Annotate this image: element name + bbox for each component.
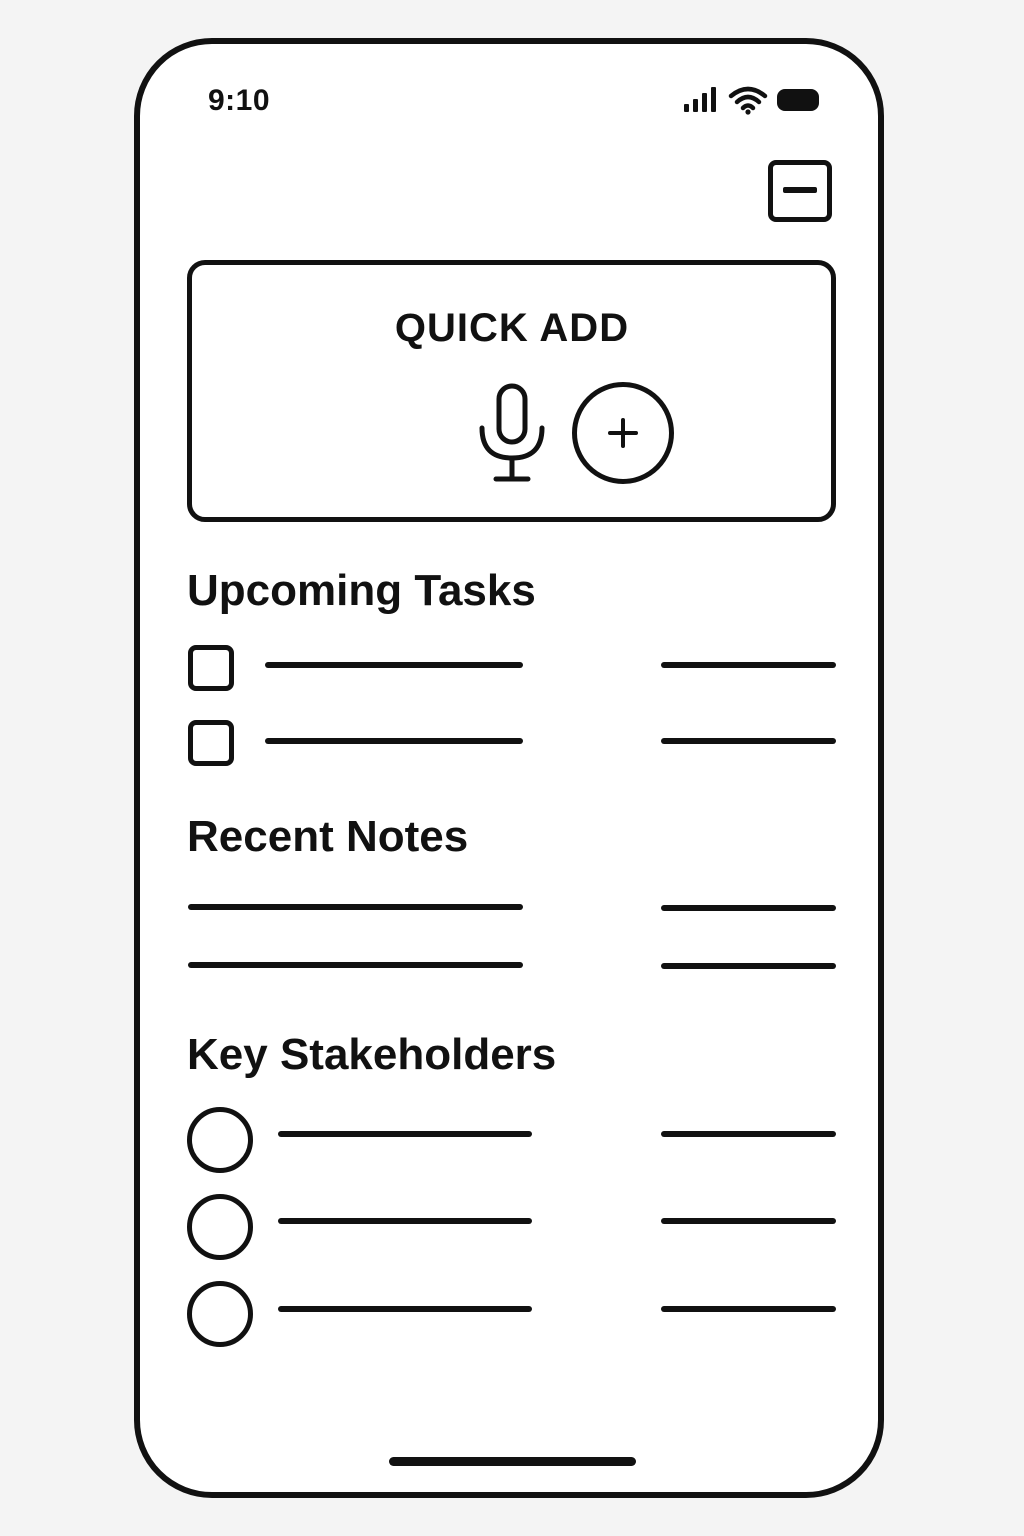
- note-title-placeholder[interactable]: [188, 904, 523, 910]
- wifi-icon: [728, 86, 768, 115]
- note-title-placeholder[interactable]: [188, 962, 523, 968]
- upcoming-tasks-title: Upcoming Tasks: [187, 566, 536, 615]
- microphone-icon[interactable]: [476, 382, 548, 486]
- signal-icon: [684, 87, 716, 112]
- avatar[interactable]: [187, 1194, 253, 1260]
- recent-notes-title: Recent Notes: [187, 812, 469, 861]
- stakeholder-role-placeholder: [661, 1218, 836, 1224]
- stakeholder-name-placeholder[interactable]: [278, 1218, 532, 1224]
- avatar[interactable]: [187, 1281, 253, 1347]
- stakeholder-name-placeholder[interactable]: [278, 1306, 532, 1312]
- battery-icon: [777, 89, 819, 111]
- task-title-placeholder[interactable]: [265, 738, 523, 744]
- key-stakeholders-title: Key Stakeholders: [187, 1030, 557, 1079]
- task-date-placeholder: [661, 738, 836, 744]
- quick-add-title: QUICK ADD: [394, 306, 630, 350]
- minus-square-icon: [783, 187, 817, 193]
- note-date-placeholder: [661, 963, 836, 969]
- task-checkbox[interactable]: [188, 720, 234, 766]
- status-icons: [682, 84, 822, 116]
- add-button[interactable]: [572, 382, 674, 484]
- stakeholder-role-placeholder: [661, 1131, 836, 1137]
- stakeholder-name-placeholder[interactable]: [278, 1131, 532, 1137]
- note-date-placeholder: [661, 905, 836, 911]
- avatar[interactable]: [187, 1107, 253, 1173]
- task-date-placeholder: [661, 662, 836, 668]
- phone-frame: [134, 38, 884, 1498]
- home-indicator[interactable]: [389, 1457, 636, 1466]
- status-time: 9:10: [208, 84, 271, 117]
- collapse-button[interactable]: [768, 160, 832, 222]
- task-title-placeholder[interactable]: [265, 662, 523, 668]
- task-checkbox[interactable]: [188, 645, 234, 691]
- stakeholder-role-placeholder: [661, 1306, 836, 1312]
